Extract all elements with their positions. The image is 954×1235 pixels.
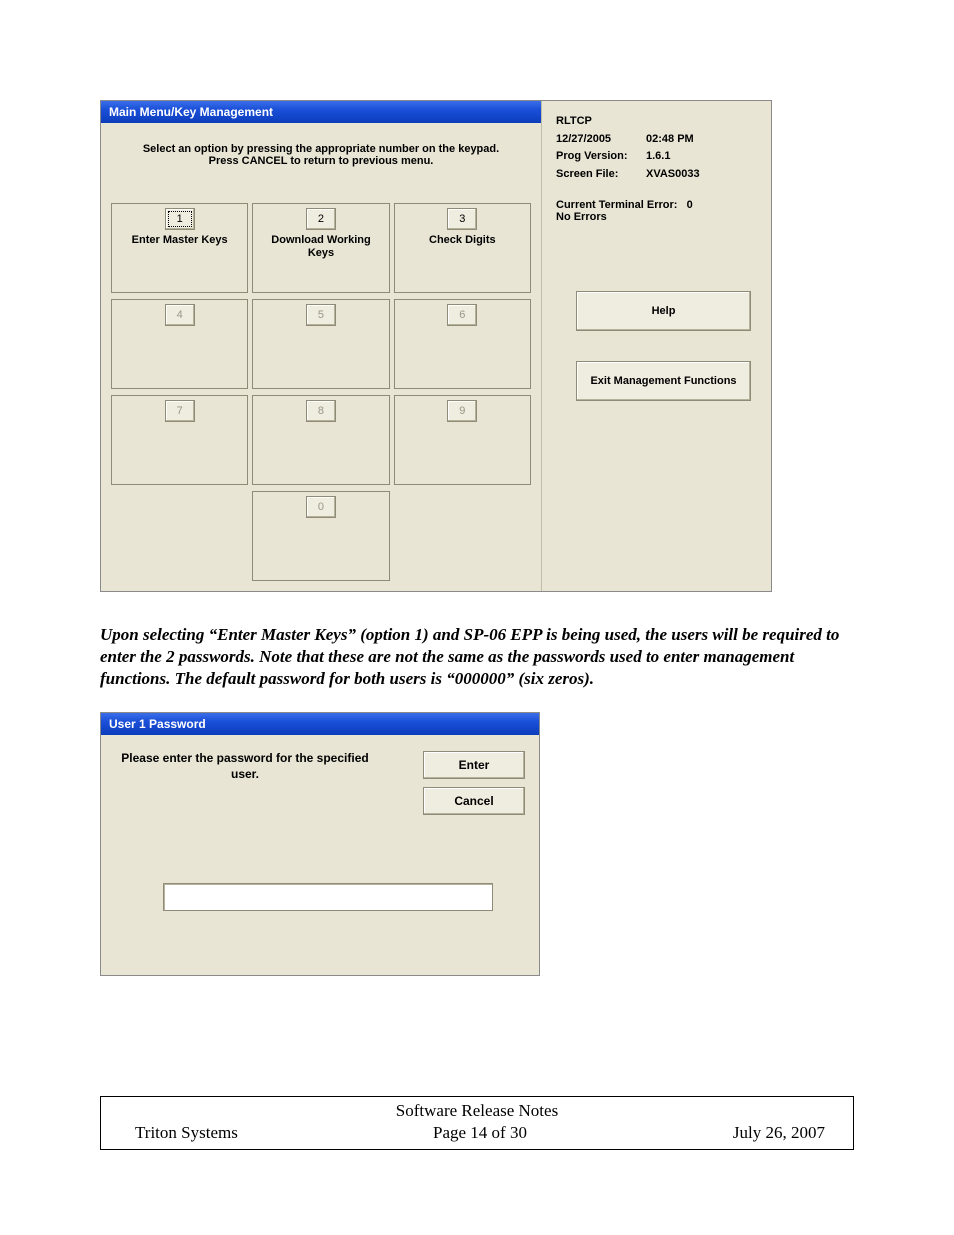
instruction-line1: Select an option by pressing the appropr… <box>117 143 525 155</box>
keypad-button-2[interactable]: 2 <box>306 208 336 230</box>
terminal-error-label: Current Terminal Error: <box>556 199 677 211</box>
password-input[interactable] <box>163 883 493 911</box>
release-note-paragraph: Upon selecting “Enter Master Keys” (opti… <box>100 624 854 690</box>
program-name: RLTCP <box>556 113 757 131</box>
status-panel: RLTCP 12/27/2005 02:48 PM Prog Version: … <box>542 101 771 591</box>
cancel-button[interactable]: Cancel <box>423 787 525 815</box>
keypad-button-9: 9 <box>447 400 477 422</box>
system-info: RLTCP 12/27/2005 02:48 PM Prog Version: … <box>556 113 757 183</box>
keypad-button-6: 6 <box>447 304 477 326</box>
keypad-label-1: Enter Master Keys <box>128 234 232 247</box>
dialog-message: Please enter the password for the specif… <box>115 751 375 782</box>
keypad-button-7: 7 <box>165 400 195 422</box>
keypad-button-0: 0 <box>306 496 336 518</box>
exit-management-button[interactable]: Exit Management Functions <box>576 361 751 401</box>
keypad-button-5: 5 <box>306 304 336 326</box>
keypad-button-1[interactable]: 1 <box>165 208 195 230</box>
screen-file-label: Screen File: <box>556 166 646 184</box>
dialog-title: User 1 Password <box>101 713 539 735</box>
keypad-button-3[interactable]: 3 <box>447 208 477 230</box>
keypad-cell-5: 5 <box>252 299 389 389</box>
keypad-cell-8: 8 <box>252 395 389 485</box>
keypad-panel: Main Menu/Key Management Select an optio… <box>101 101 542 591</box>
keypad-cell-9: 9 <box>394 395 531 485</box>
footer-date: July 26, 2007 <box>625 1123 825 1143</box>
footer-doc-title: Software Release Notes <box>111 1099 843 1123</box>
keypad-button-8: 8 <box>306 400 336 422</box>
keypad-label-2: Download Working Keys <box>253 234 388 260</box>
document-page: Main Menu/Key Management Select an optio… <box>0 0 954 1190</box>
keypad-button-4: 4 <box>165 304 195 326</box>
password-dialog: User 1 Password Please enter the passwor… <box>100 712 540 976</box>
instruction-text: Select an option by pressing the appropr… <box>111 137 531 175</box>
prog-version-label: Prog Version: <box>556 148 646 166</box>
system-time: 02:48 PM <box>646 131 694 149</box>
terminal-error-status: No Errors <box>556 211 607 223</box>
keypad-cell-1: 1 Enter Master Keys <box>111 203 248 293</box>
system-date: 12/27/2005 <box>556 131 646 149</box>
keypad-label-3: Check Digits <box>425 234 500 247</box>
keypad-cell-4: 4 <box>111 299 248 389</box>
terminal-error-box: Current Terminal Error: 0 No Errors <box>556 199 757 231</box>
keypad-cell-2: 2 Download Working Keys <box>252 203 389 293</box>
instruction-line2: Press CANCEL to return to previous menu. <box>117 155 525 167</box>
footer-company: Triton Systems <box>135 1123 335 1143</box>
keypad-cell-3: 3 Check Digits <box>394 203 531 293</box>
screen-file-value: XVAS0033 <box>646 166 700 184</box>
page-footer: Software Release Notes Triton Systems Pa… <box>100 1096 854 1150</box>
keypad-cell-6: 6 <box>394 299 531 389</box>
keypad-cell-7: 7 <box>111 395 248 485</box>
keypad-grid: 1 Enter Master Keys 2 Download Working K… <box>111 203 531 581</box>
keypad-cell-0: 0 <box>252 491 389 581</box>
enter-button[interactable]: Enter <box>423 751 525 779</box>
terminal-error-value: 0 <box>687 199 693 211</box>
key-management-window: Main Menu/Key Management Select an optio… <box>100 100 772 592</box>
prog-version-value: 1.6.1 <box>646 148 670 166</box>
footer-page-number: Page 14 of 30 <box>335 1123 625 1143</box>
help-button[interactable]: Help <box>576 291 751 331</box>
window-title: Main Menu/Key Management <box>101 101 541 123</box>
